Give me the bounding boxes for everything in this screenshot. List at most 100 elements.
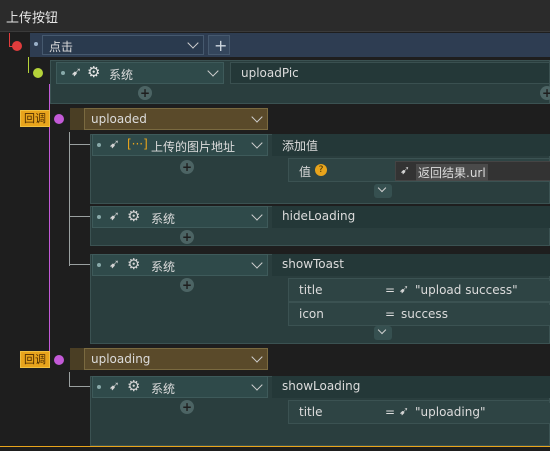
drag-handle-icon[interactable] <box>97 143 101 147</box>
chevron-down-icon <box>251 137 263 149</box>
add-trigger-button[interactable]: + <box>208 35 230 55</box>
root-action-dot <box>33 68 43 78</box>
action-category-select[interactable]: ➹ ⚙ 系统 <box>92 254 268 276</box>
param-value: success <box>401 307 448 321</box>
chevron-down-icon <box>187 37 199 49</box>
tree-line <box>69 372 70 386</box>
param-label: icon <box>299 307 324 321</box>
title-bar: 上传按钮 <box>0 0 550 32</box>
action-category-select[interactable]: ➹ [···] 上传的图片地址 <box>92 134 268 156</box>
drag-handle-icon[interactable] <box>97 385 101 389</box>
variable-icon: [···] <box>127 137 148 151</box>
action-method[interactable]: showToast <box>272 254 550 276</box>
tree-line <box>69 216 91 217</box>
action-category: 系统 <box>151 212 176 226</box>
param-row: title = ➹ "upload success" <box>288 278 550 302</box>
callback-dot <box>54 114 64 124</box>
tree-line <box>69 144 91 145</box>
tree-line <box>28 57 29 73</box>
cursor-icon: ➹ <box>400 163 411 177</box>
chevron-down-icon <box>251 351 263 363</box>
param-label: title <box>299 283 323 297</box>
cursor-icon: ➹ <box>109 137 120 152</box>
chevron-down-icon <box>207 65 219 77</box>
add-child-button[interactable]: + <box>180 400 194 414</box>
drag-handle-icon[interactable] <box>61 71 65 75</box>
param-value-field[interactable]: success <box>395 305 550 325</box>
help-icon[interactable]: ? <box>315 164 327 176</box>
callback-accent-bar <box>70 108 84 130</box>
param-row: title = ➹ "uploading" <box>288 400 550 424</box>
root-action-method-label: uploadPic <box>241 66 299 80</box>
drag-handle-icon[interactable] <box>97 215 101 219</box>
param-value-field[interactable]: ➹ "upload success" <box>395 281 550 301</box>
action-method[interactable]: 添加值 <box>272 134 550 156</box>
root-action-category: 系统 <box>109 68 134 82</box>
bottom-accent-line <box>0 446 550 447</box>
action-method-label: 添加值 <box>282 139 319 153</box>
action-category: 上传的图片地址 <box>151 140 236 154</box>
cursor-icon: ➹ <box>109 257 120 272</box>
gear-icon: ⚙ <box>127 255 141 273</box>
trigger-event-select[interactable]: 点击 <box>42 35 204 55</box>
action-method-label: hideLoading <box>282 209 356 223</box>
add-child-button[interactable]: + <box>180 160 194 174</box>
action-method-label: showToast <box>282 257 344 271</box>
action-method[interactable]: showLoading <box>272 376 550 398</box>
gear-icon: ⚙ <box>87 63 101 81</box>
callback-badge: 回调 <box>20 110 50 127</box>
action-method-label: showLoading <box>282 379 361 393</box>
param-row: icon = success <box>288 302 550 326</box>
page-title: 上传按钮 <box>6 11 59 26</box>
callback-accent-bar <box>70 348 84 370</box>
tree-line <box>69 386 91 387</box>
equals-sign: = <box>385 283 396 297</box>
cursor-icon: ➹ <box>399 404 410 418</box>
action-category: 系统 <box>151 382 176 396</box>
trigger-event-label: 点击 <box>49 40 74 54</box>
callback-badge: 回调 <box>20 351 50 368</box>
cursor-icon: ➹ <box>71 65 82 80</box>
param-value-field[interactable]: ➹ 返回结果.url <box>395 161 550 181</box>
callback-uploaded-select[interactable]: uploaded <box>84 108 268 130</box>
add-child-button[interactable]: + <box>180 278 194 292</box>
chevron-down-icon <box>251 209 263 221</box>
chevron-down-icon <box>251 111 263 123</box>
param-label: 值 <box>299 165 312 179</box>
callback-dot <box>54 355 64 365</box>
drag-handle-icon[interactable] <box>97 263 101 267</box>
trigger-handle[interactable] <box>34 42 38 46</box>
callback-uploading-label: uploading <box>91 352 151 366</box>
chevron-down-icon <box>377 183 387 193</box>
param-value: "uploading" <box>415 405 486 419</box>
trigger-dot <box>12 41 22 51</box>
tree-line <box>69 132 70 266</box>
param-label: title <box>299 405 323 419</box>
chevron-down-icon <box>251 257 263 269</box>
root-action-method[interactable]: uploadPic <box>230 62 550 84</box>
expand-button[interactable] <box>374 325 392 340</box>
param-value-field[interactable]: ➹ "uploading" <box>395 403 550 423</box>
tree-line <box>69 264 91 265</box>
callback-uploading-select[interactable]: uploading <box>84 348 268 370</box>
param-row: 值 ? ➹ 返回结果.url <box>288 158 550 182</box>
equals-sign: = <box>385 307 396 321</box>
add-child-button[interactable]: + <box>138 86 152 100</box>
equals-sign: = <box>385 405 396 419</box>
chevron-down-icon <box>251 379 263 391</box>
action-category-select[interactable]: ➹ ⚙ 系统 <box>92 376 268 398</box>
expand-button[interactable] <box>374 183 392 198</box>
add-child-button[interactable]: + <box>180 230 194 244</box>
action-category-select[interactable]: ➹ ⚙ 系统 <box>92 206 268 228</box>
add-param-button[interactable]: + <box>540 86 550 100</box>
callback-uploaded-label: uploaded <box>91 112 147 126</box>
gear-icon: ⚙ <box>127 207 141 225</box>
cursor-icon: ➹ <box>109 209 120 224</box>
cursor-icon: ➹ <box>399 282 410 296</box>
param-value: "upload success" <box>415 283 518 297</box>
action-method[interactable]: hideLoading <box>272 206 550 228</box>
root-action-category-select[interactable]: ➹ ⚙ 系统 <box>56 62 224 84</box>
cursor-icon: ➹ <box>109 379 120 394</box>
chevron-down-icon <box>377 325 387 335</box>
action-category: 系统 <box>151 260 176 274</box>
